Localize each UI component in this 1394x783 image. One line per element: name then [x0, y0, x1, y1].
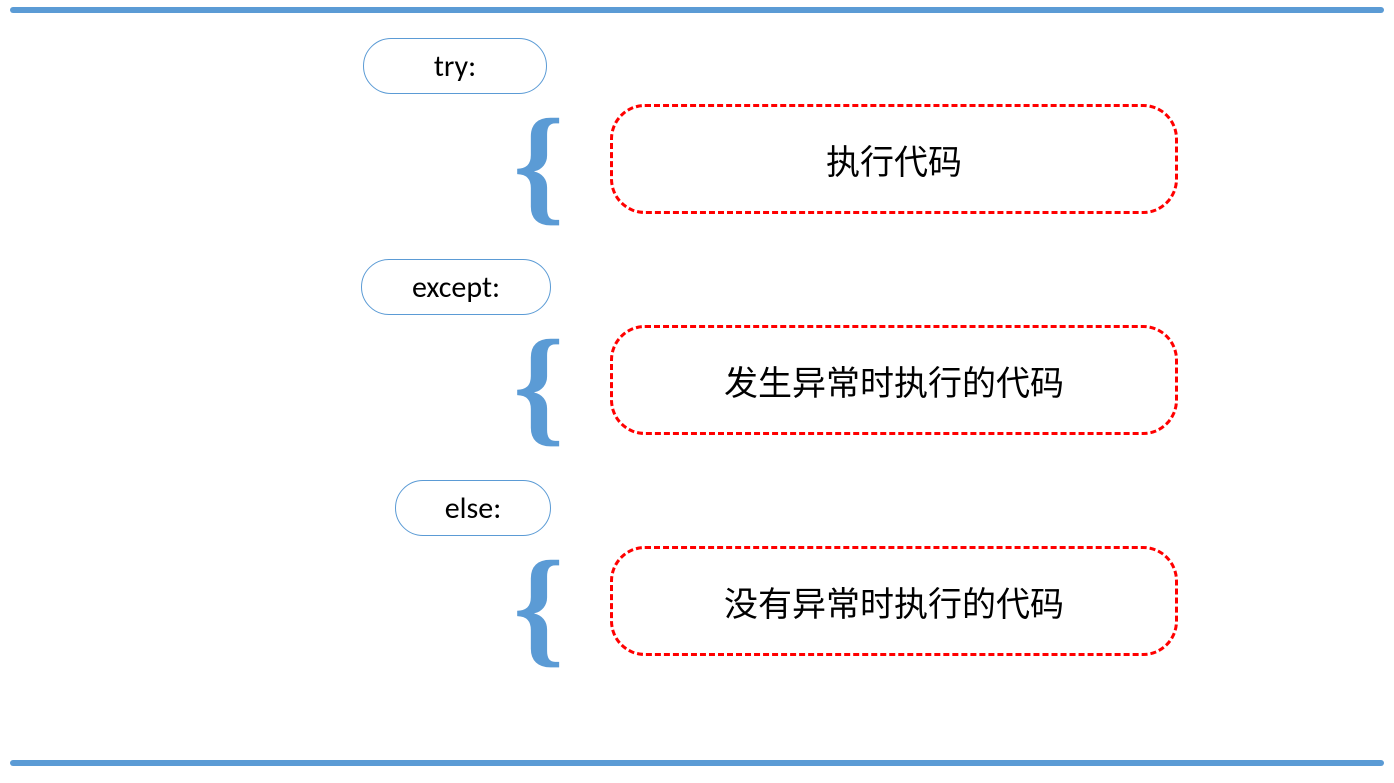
keyword-else-pill: else:: [395, 480, 551, 536]
description-box-except: 发生异常时执行的代码: [610, 325, 1178, 435]
bottom-divider-line: [10, 760, 1384, 766]
brace-icon-except: {: [513, 321, 564, 451]
keyword-else-label: else:: [445, 490, 502, 527]
description-box-try: 执行代码: [610, 104, 1178, 214]
description-try-label: 执行代码: [826, 135, 962, 184]
description-else-label: 没有异常时执行的代码: [724, 577, 1064, 626]
brace-icon-else: {: [513, 542, 564, 672]
description-except-label: 发生异常时执行的代码: [724, 356, 1064, 405]
top-divider-line: [10, 7, 1384, 13]
keyword-try-label: try:: [434, 48, 476, 85]
keyword-except-label: except:: [412, 269, 500, 306]
brace-icon-try: {: [513, 100, 564, 230]
keyword-try-pill: try:: [363, 38, 547, 94]
keyword-except-pill: except:: [361, 259, 551, 315]
description-box-else: 没有异常时执行的代码: [610, 546, 1178, 656]
